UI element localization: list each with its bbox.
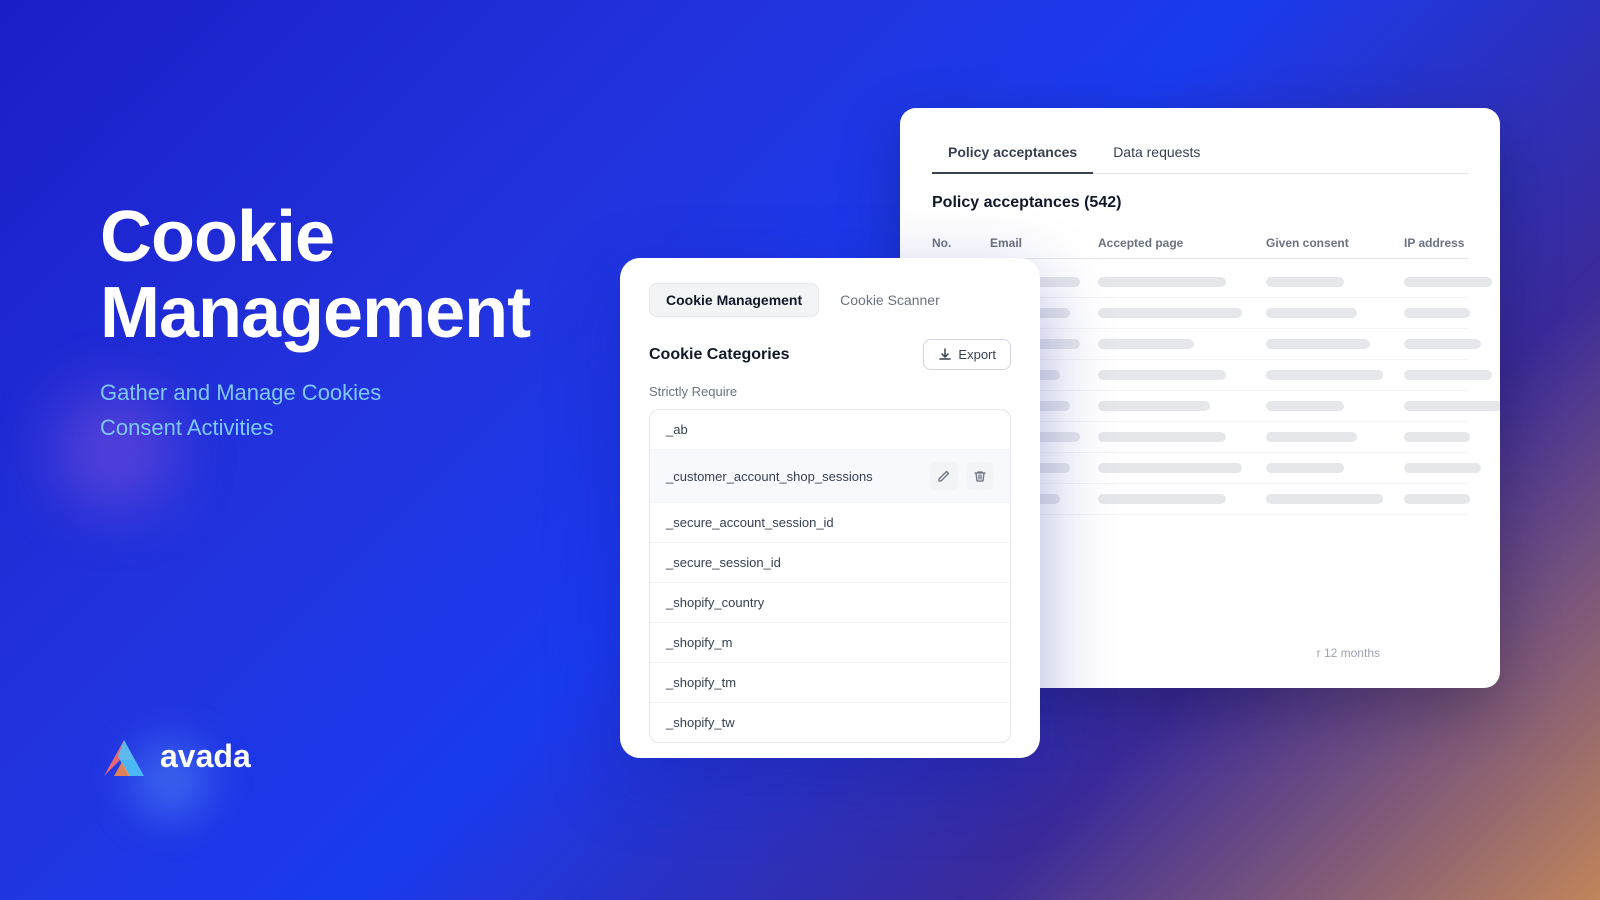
cookie-categories-title: Cookie Categories [649,346,789,364]
skeleton [1098,432,1226,442]
cookie-item: _secure_account_session_id [650,503,1010,543]
logo-text: avada [160,738,251,775]
skeleton [1404,277,1492,287]
skeleton [1098,370,1226,380]
policy-footer-text: r 12 months [1317,646,1380,660]
policy-card-tabs: Policy acceptances Data requests [932,136,1468,174]
skeleton [1098,277,1226,287]
skeleton [1098,401,1210,411]
col-ip-address: IP address [1404,236,1500,250]
cookie-item-highlighted: _customer_account_shop_sessions [650,450,1010,503]
cookie-item: _shopify_m [650,623,1010,663]
strictly-require-label: Strictly Require [649,384,1011,399]
cookie-name: _ab [666,422,688,437]
skeleton [1266,463,1344,473]
cookie-item: _secure_session_id [650,543,1010,583]
skeleton [1266,370,1383,380]
col-email: Email [990,236,1090,250]
skeleton [1404,401,1500,411]
cookie-list: _ab _customer_account_shop_sessions _s [649,409,1011,743]
col-accepted-page: Accepted page [1098,236,1258,250]
cookie-item: _shopify_tw [650,703,1010,742]
skeleton [1404,339,1481,349]
skeleton [1098,494,1226,504]
skeleton [1266,401,1344,411]
cookie-item: _ab [650,410,1010,450]
cookie-name: _shopify_m [666,635,732,650]
skeleton [1404,432,1470,442]
subtitle: Gather and Manage Cookies Consent Activi… [100,375,530,445]
skeleton [1404,308,1470,318]
tab-cookie-management[interactable]: Cookie Management [649,283,819,317]
cookie-item-actions [930,462,994,490]
edit-icon[interactable] [930,462,958,490]
tab-data-requests[interactable]: Data requests [1097,136,1216,174]
cookie-name: _shopify_tm [666,675,736,690]
col-given-consent: Given consent [1266,236,1396,250]
cookie-name: _customer_account_shop_sessions [666,469,873,484]
logo-section: avada [100,732,251,780]
hero-section: Cookie Management Gather and Manage Cook… [100,200,530,446]
skeleton [1098,339,1194,349]
skeleton [1404,463,1481,473]
tab-cookie-scanner[interactable]: Cookie Scanner [823,283,957,317]
skeleton [1266,308,1357,318]
col-no: No. [932,236,982,250]
cookie-name: _shopify_tw [666,715,735,730]
skeleton [1266,494,1383,504]
cookie-card-header: Cookie Categories Export [649,339,1011,370]
policy-heading: Policy acceptances (542) [932,194,1468,212]
cookie-card-tabs: Cookie Management Cookie Scanner [649,283,1011,317]
avada-logo-icon [100,732,148,780]
skeleton [1266,432,1357,442]
skeleton [1266,277,1344,287]
cookie-management-card: Cookie Management Cookie Scanner Cookie … [620,258,1040,758]
skeleton [1404,370,1492,380]
export-icon [938,348,952,362]
cookie-name: _secure_account_session_id [666,515,834,530]
skeleton [1098,463,1242,473]
main-title: Cookie Management [100,200,530,351]
skeleton [1266,339,1370,349]
cookie-item: _shopify_tm [650,663,1010,703]
delete-icon[interactable] [966,462,994,490]
skeleton [1098,308,1242,318]
cookie-name: _shopify_country [666,595,764,610]
cookie-name: _secure_session_id [666,555,781,570]
policy-table-header: No. Email Accepted page Given consent IP… [932,228,1468,259]
cookie-item: _shopify_country [650,583,1010,623]
skeleton [1404,494,1470,504]
export-button[interactable]: Export [923,339,1011,370]
tab-policy-acceptances[interactable]: Policy acceptances [932,136,1093,174]
